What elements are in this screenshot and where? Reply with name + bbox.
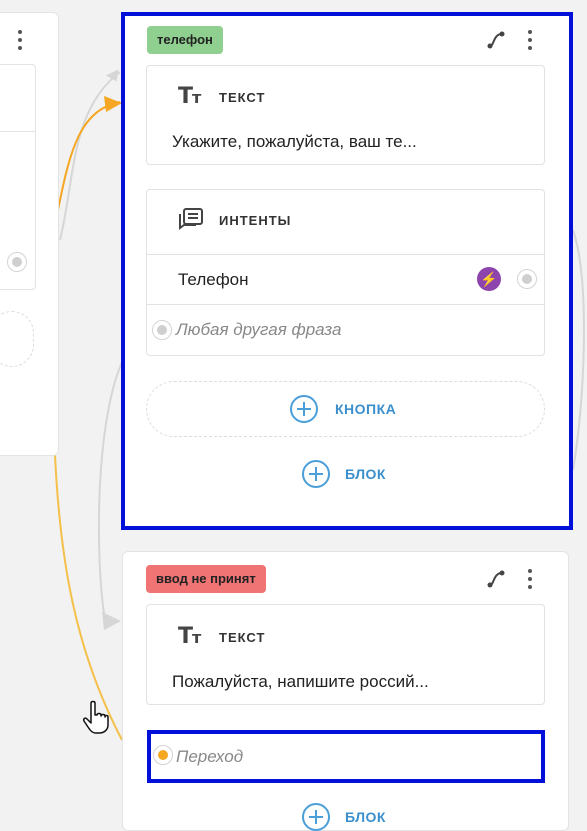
text-block-message[interactable]: Укажите, пожалуйста, ваш те... [172,132,417,152]
previous-card-add-button[interactable] [0,311,34,367]
intents-icon [179,208,203,230]
text-type-icon: Tт [178,84,201,109]
add-block-icon[interactable] [302,460,330,488]
add-block-label[interactable]: БЛОК [345,466,386,482]
intent-output-port[interactable] [517,269,537,289]
intent-item[interactable]: Телефон [178,270,249,290]
intents-block-header: ИНТЕНТЫ [219,213,292,228]
fallback-phrase[interactable]: Любая другая фраза [176,320,341,340]
text-block-header: ТЕКСТ [219,90,266,105]
add-button-label[interactable]: КНОПКА [335,401,396,417]
text-block-2-message[interactable]: Пожалуйста, напишите россий... [172,672,429,692]
add-block-icon-2[interactable] [302,803,330,831]
add-button-icon[interactable] [290,395,318,423]
left-card-menu-icon[interactable] [17,30,23,50]
text-block-2-header: ТЕКСТ [219,630,266,645]
connect-icon[interactable] [486,30,506,50]
connect-icon[interactable] [486,569,506,589]
transition-placeholder[interactable]: Переход [176,747,243,767]
add-block-label-2[interactable]: БЛОК [345,809,386,825]
fallback-output-port[interactable] [152,320,172,340]
card-rejected-badge: ввод не принят [146,565,266,593]
card-phone-menu-icon[interactable] [527,30,533,50]
card-rejected-menu-icon[interactable] [527,569,533,589]
card-phone-badge: телефон [147,26,223,54]
bolt-icon[interactable]: ⚡ [477,267,501,291]
hand-cursor-icon [83,700,109,734]
transition-port[interactable] [153,745,173,765]
left-output-port[interactable] [7,252,27,272]
text-type-icon: Tт [178,624,201,649]
